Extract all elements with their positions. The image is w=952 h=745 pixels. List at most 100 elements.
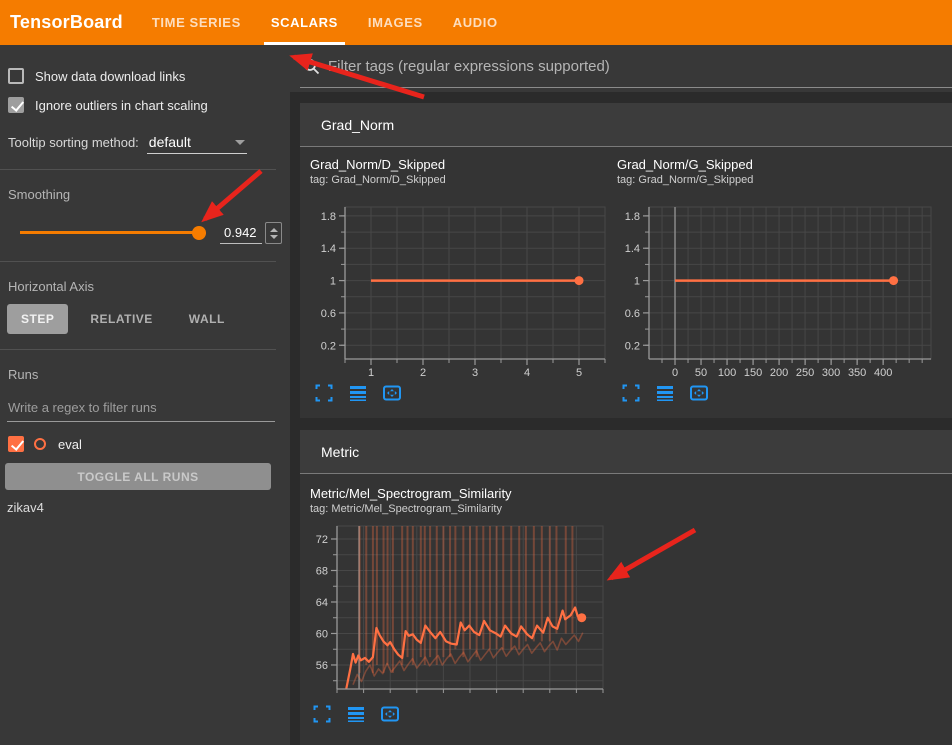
chart-toolbar [621,383,952,403]
svg-text:1.4: 1.4 [625,243,640,255]
tensorboard-logo: TensorBoard [10,12,123,33]
tab-audio[interactable]: AUDIO [438,0,513,45]
section-metric-body: Metric/Mel_Spectrogram_Similarity tag: M… [300,474,952,724]
svg-text:1.8: 1.8 [625,211,640,223]
svg-text:1: 1 [634,276,640,288]
chart-d-skipped[interactable]: 123450.20.611.41.8 [300,201,610,381]
tooltip-sorting-row: Tooltip sorting method: default [8,134,290,154]
chart-title: Metric/Mel_Spectrogram_Similarity [310,486,607,502]
data-table-icon[interactable] [348,383,368,403]
horizontal-axis-label: Horizontal Axis [8,279,290,294]
run-eval-checkbox[interactable] [8,436,24,452]
section-metric-header[interactable]: Metric [300,430,952,474]
chart-card-g-skipped: Grad_Norm/G_Skipped tag: Grad_Norm/G_Ski… [607,147,952,403]
section-grad-norm-header[interactable]: Grad_Norm [300,103,952,147]
svg-text:1.4: 1.4 [321,243,336,255]
axis-relative-button[interactable]: RELATIVE [76,304,166,334]
number-spinner[interactable] [265,222,282,244]
svg-text:4: 4 [524,367,530,379]
svg-text:0.6: 0.6 [321,308,336,320]
fit-domain-to-data-icon[interactable] [382,383,402,403]
app-header: TensorBoard TIME SERIES SCALARS IMAGES A… [0,0,952,45]
svg-text:300: 300 [822,367,840,379]
settings-sidebar: Show data download links Ignore outliers… [0,45,290,745]
smoothing-label: Smoothing [8,187,290,202]
svg-text:0.6: 0.6 [625,308,640,320]
sidebar-divider [0,261,276,262]
toggle-all-runs-button[interactable]: TOGGLE ALL RUNS [5,463,271,490]
smoothing-value-input[interactable] [220,223,262,244]
svg-text:400: 400 [874,367,892,379]
svg-text:1: 1 [368,367,374,379]
ignore-outliers-row[interactable]: Ignore outliers in chart scaling [8,94,290,116]
svg-text:0.2: 0.2 [321,340,336,352]
svg-text:1: 1 [330,276,336,288]
section-grad-norm-body: Grad_Norm/D_Skipped tag: Grad_Norm/D_Ski… [300,147,952,403]
smoothing-slider[interactable] [20,226,206,240]
svg-text:350: 350 [848,367,866,379]
section-grad-norm: Grad_Norm Grad_Norm/D_Skipped tag: Grad_… [300,103,952,418]
data-table-icon[interactable] [655,383,675,403]
svg-text:0.2: 0.2 [625,340,640,352]
fit-domain-to-data-icon[interactable] [380,704,400,724]
show-download-links-checkbox[interactable] [8,68,24,84]
experiment-name: zikav4 [7,500,290,515]
chart-tag: tag: Grad_Norm/D_Skipped [310,173,607,187]
tag-filter-input[interactable] [328,58,952,75]
chart-tag: tag: Metric/Mel_Spectrogram_Similarity [310,502,607,516]
axis-wall-button[interactable]: WALL [175,304,239,334]
runs-filter-input[interactable] [7,398,275,422]
smoothing-row [20,220,282,246]
chart-mel-similarity[interactable]: 5660646872 [300,518,620,698]
chart-toolbar [314,383,607,403]
svg-text:1.8: 1.8 [321,211,336,223]
sidebar-divider [0,169,276,170]
tensorboard-app: TensorBoard TIME SERIES SCALARS IMAGES A… [0,0,952,745]
tab-bar: TIME SERIES SCALARS IMAGES AUDIO [137,0,513,45]
tooltip-sorting-value: default [149,134,191,150]
chart-title: Grad_Norm/G_Skipped [617,157,952,173]
spinner-up-icon[interactable] [270,228,278,232]
svg-text:3: 3 [472,367,478,379]
active-tab-underline [264,42,345,45]
svg-text:100: 100 [718,367,736,379]
expand-card-icon[interactable] [314,383,334,403]
svg-text:200: 200 [770,367,788,379]
svg-text:72: 72 [316,534,328,546]
tag-filter-field[interactable] [300,45,952,88]
section-title: Metric [321,444,359,460]
chevron-down-icon [235,140,245,145]
tab-scalars[interactable]: SCALARS [256,0,353,45]
checkbox-label: Ignore outliers in chart scaling [35,98,208,113]
chart-title: Grad_Norm/D_Skipped [310,157,607,173]
svg-text:250: 250 [796,367,814,379]
tab-time-series[interactable]: TIME SERIES [137,0,256,45]
axis-step-button[interactable]: STEP [7,304,68,334]
show-download-links-row[interactable]: Show data download links [8,65,290,87]
svg-text:68: 68 [316,565,328,577]
run-eval-label: eval [58,437,82,452]
slider-thumb[interactable] [192,226,206,240]
run-color-circle-icon [34,438,46,450]
section-metric: Metric Metric/Mel_Spectrogram_Similarity… [300,430,952,745]
spinner-down-icon[interactable] [270,235,278,239]
svg-text:5: 5 [576,367,582,379]
tag-filter-bar [290,45,952,92]
horizontal-axis-buttons: STEP RELATIVE WALL [7,304,290,334]
chart-g-skipped[interactable]: 0501001502002503003504000.20.611.41.8 [607,201,942,381]
svg-text:64: 64 [316,597,328,609]
tab-images[interactable]: IMAGES [353,0,438,45]
expand-card-icon[interactable] [621,383,641,403]
section-title: Grad_Norm [321,117,394,133]
checkbox-label: Show data download links [35,69,185,84]
smoothing-number [220,222,282,244]
run-row-eval[interactable]: eval [8,432,290,456]
data-table-icon[interactable] [346,704,366,724]
cards-scroll-area[interactable]: Grad_Norm Grad_Norm/D_Skipped tag: Grad_… [290,92,952,745]
tooltip-sorting-select[interactable]: default [147,134,247,154]
fit-domain-to-data-icon[interactable] [689,383,709,403]
ignore-outliers-checkbox[interactable] [8,97,24,113]
expand-card-icon[interactable] [312,704,332,724]
chart-card-d-skipped: Grad_Norm/D_Skipped tag: Grad_Norm/D_Ski… [300,147,607,403]
tooltip-sorting-label: Tooltip sorting method: [8,135,139,150]
